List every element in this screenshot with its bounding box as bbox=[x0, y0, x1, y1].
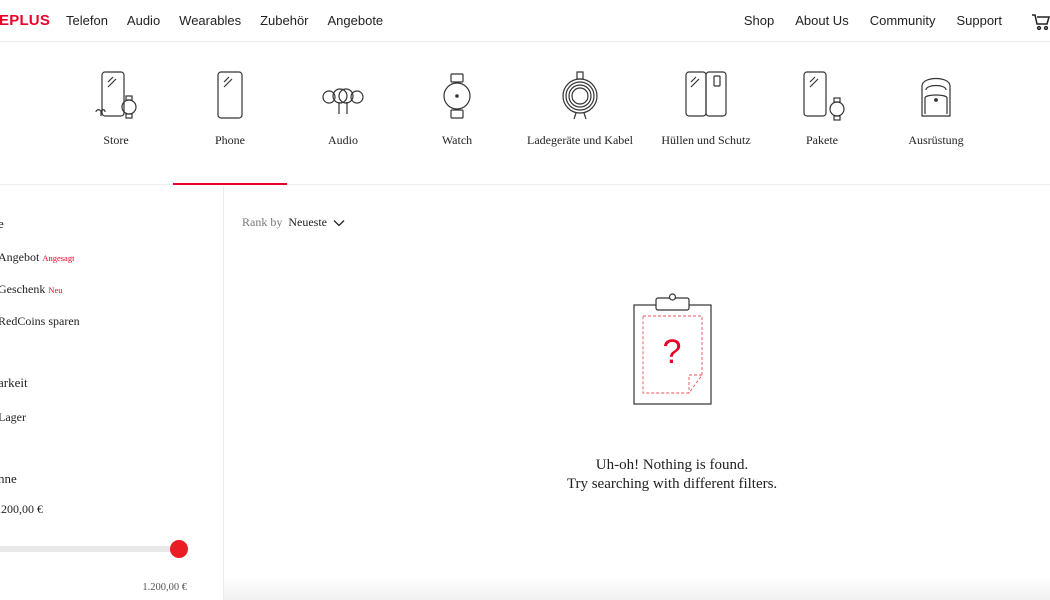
category-phone[interactable]: Phone bbox=[200, 68, 260, 148]
backpack-icon bbox=[921, 77, 951, 117]
filter-section-title: nne bbox=[0, 471, 17, 486]
cart-icon[interactable] bbox=[1030, 10, 1050, 32]
filter-option-angebot[interactable]: Angebot Angesagt bbox=[0, 250, 74, 265]
case-icon bbox=[685, 71, 727, 117]
secondary-nav: Shop About Us Community Support bbox=[744, 13, 1002, 28]
filter-section-title: e bbox=[0, 216, 4, 231]
category-label: Watch bbox=[441, 133, 473, 147]
filter-sidebar: e Angebot Angesagt Geschenk Neu RedCoins s… bbox=[0, 186, 224, 600]
phone-icon bbox=[217, 71, 243, 119]
category-label: Pakete bbox=[806, 133, 838, 147]
price-max-label: 1.200,00 € bbox=[142, 582, 187, 593]
empty-state-line2: Try searching with different filters. bbox=[566, 476, 778, 492]
rank-by-label: Rank by bbox=[242, 215, 283, 229]
category-label: Audio bbox=[328, 133, 358, 147]
nav-community[interactable]: Community bbox=[870, 13, 936, 28]
category-ladegeraete[interactable]: Ladegeräte und Kabel bbox=[524, 68, 636, 148]
category-label: Ausrüstung bbox=[908, 133, 964, 147]
empty-state-line1: Uh-oh! Nothing is found. bbox=[595, 457, 749, 473]
rank-by-control[interactable]: Rank by Neueste bbox=[242, 215, 345, 230]
bundle-icon bbox=[803, 71, 845, 121]
filter-section-title: arkeit bbox=[0, 375, 28, 390]
category-label: Ladegeräte und Kabel bbox=[527, 133, 633, 147]
category-huellen[interactable]: Hüllen und Schutz bbox=[656, 68, 756, 148]
nav-support[interactable]: Support bbox=[956, 13, 1002, 28]
price-slider-handle[interactable] bbox=[170, 540, 188, 558]
nav-shop[interactable]: Shop bbox=[744, 13, 774, 28]
primary-nav: Telefon Audio Wearables Zubehör Angebote bbox=[66, 13, 383, 28]
filter-option-geschenk[interactable]: Geschenk Neu bbox=[0, 282, 63, 297]
price-slider-track[interactable] bbox=[0, 546, 180, 552]
category-watch[interactable]: Watch bbox=[427, 68, 487, 148]
store-icon bbox=[95, 71, 137, 119]
top-navigation: NEPLUS Telefon Audio Wearables Zubehör A… bbox=[0, 0, 1050, 42]
empty-clipboard-icon: ? bbox=[633, 293, 712, 405]
filter-option-redcoins[interactable]: RedCoins sparen bbox=[0, 314, 80, 329]
scroll-shadow bbox=[224, 578, 1050, 600]
category-store[interactable]: Store bbox=[86, 68, 146, 148]
chevron-down-icon[interactable] bbox=[333, 219, 345, 227]
brand-logo[interactable]: NEPLUS bbox=[0, 12, 50, 29]
question-mark: ? bbox=[663, 333, 682, 371]
category-ausruestung[interactable]: Ausrüstung bbox=[900, 68, 972, 148]
cable-icon bbox=[562, 71, 598, 120]
tag-badge: Neu bbox=[48, 285, 63, 295]
nav-audio[interactable]: Audio bbox=[127, 13, 160, 28]
rank-by-value[interactable]: Neueste bbox=[288, 215, 327, 230]
category-pakete[interactable]: Pakete bbox=[792, 68, 852, 148]
earbuds-icon bbox=[322, 88, 364, 114]
empty-state-message: Uh-oh! Nothing is found. Try searching w… bbox=[500, 456, 844, 494]
category-label: Store bbox=[103, 133, 129, 147]
price-range-label: .200,00 € bbox=[0, 502, 43, 516]
nav-about-us[interactable]: About Us bbox=[795, 13, 848, 28]
category-label: Phone bbox=[215, 133, 245, 147]
category-audio[interactable]: Audio bbox=[313, 68, 373, 148]
tag-badge: Angesagt bbox=[42, 253, 75, 263]
filter-option-lager[interactable]: Lager bbox=[0, 410, 26, 425]
nav-telefon[interactable]: Telefon bbox=[66, 13, 108, 28]
active-category-indicator bbox=[173, 183, 287, 185]
category-bar: Store Phone Audio Watch Ladegeräte und K… bbox=[0, 42, 1050, 185]
nav-zubehoer[interactable]: Zubehör bbox=[260, 13, 308, 28]
category-label: Hüllen und Schutz bbox=[661, 133, 751, 147]
nav-angebote[interactable]: Angebote bbox=[328, 13, 384, 28]
watch-icon bbox=[443, 73, 471, 119]
nav-wearables[interactable]: Wearables bbox=[179, 13, 241, 28]
